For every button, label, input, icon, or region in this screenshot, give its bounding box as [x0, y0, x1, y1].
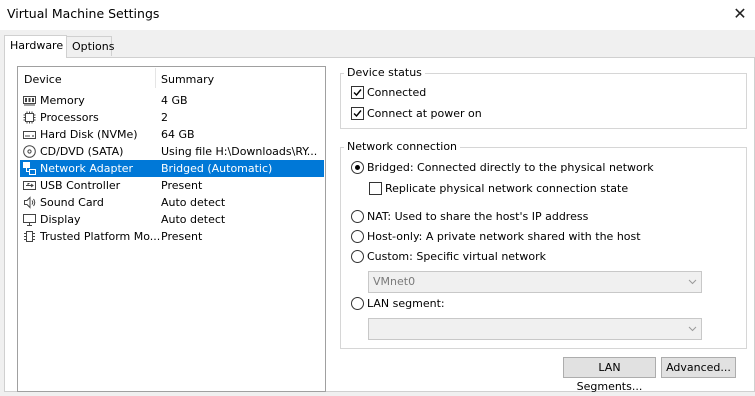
device-name: Memory	[40, 94, 85, 107]
device-status-group	[340, 73, 747, 129]
custom-radio[interactable]	[351, 250, 364, 263]
device-row-sound-card[interactable]: Sound Card Auto detect	[20, 194, 324, 211]
device-summary: 4 GB	[161, 94, 188, 107]
connect-at-power-on-checkbox[interactable]	[351, 107, 364, 120]
custom-network-select[interactable]: VMnet0	[368, 271, 702, 293]
connect-at-power-on-label[interactable]: Connect at power on	[367, 107, 482, 120]
bridged-radio[interactable]	[351, 161, 364, 174]
device-summary: Auto detect	[161, 196, 226, 209]
processor-icon	[23, 111, 36, 124]
tab-options-label: Options	[72, 40, 115, 53]
close-icon: ✕	[733, 4, 747, 23]
nat-label[interactable]: NAT: Used to share the host's IP address	[367, 210, 588, 223]
monitor-icon	[23, 214, 36, 226]
host-only-label[interactable]: Host-only: A private network shared with…	[367, 230, 641, 243]
device-row-memory[interactable]: Memory 4 GB	[20, 92, 324, 109]
device-row-network-adapter[interactable]: Network Adapter Bridged (Automatic)	[20, 160, 324, 177]
cd-dvd-icon	[23, 145, 36, 158]
device-name: Sound Card	[40, 196, 104, 209]
device-name: Hard Disk (NVMe)	[40, 128, 138, 141]
lan-segment-radio[interactable]	[351, 297, 364, 310]
device-row-usb-controller[interactable]: USB Controller Present	[20, 177, 324, 194]
connected-checkbox[interactable]	[351, 86, 364, 99]
hard-disk-icon	[23, 131, 36, 139]
network-adapter-icon	[23, 162, 36, 175]
tpm-icon	[24, 231, 35, 242]
device-row-hard-disk[interactable]: Hard Disk (NVMe) 64 GB	[20, 126, 324, 143]
device-summary: Present	[161, 230, 203, 243]
device-name: Network Adapter	[40, 162, 134, 175]
custom-label[interactable]: Custom: Specific virtual network	[367, 250, 546, 263]
device-name: Processors	[40, 111, 99, 124]
summary-column-header[interactable]: Summary	[161, 73, 214, 86]
nat-radio[interactable]	[351, 210, 364, 223]
connected-label[interactable]: Connected	[367, 86, 426, 99]
device-summary: Present	[161, 179, 203, 192]
replicate-state-label[interactable]: Replicate physical network connection st…	[385, 182, 628, 195]
tab-hardware-label: Hardware	[10, 39, 64, 52]
speaker-icon	[24, 196, 36, 209]
device-summary: 2	[161, 111, 168, 124]
replicate-state-checkbox[interactable]	[369, 182, 382, 195]
network-connection-title: Network connection	[344, 140, 461, 153]
device-summary: Bridged (Automatic)	[161, 162, 273, 175]
device-name: CD/DVD (SATA)	[40, 145, 124, 158]
device-status-title: Device status	[344, 66, 425, 79]
lan-segment-label[interactable]: LAN segment:	[367, 297, 445, 310]
chevron-down-icon	[688, 326, 697, 332]
device-name: Trusted Platform Mo...	[40, 230, 161, 243]
device-row-display[interactable]: Display Auto detect	[20, 211, 324, 228]
device-summary: Auto detect	[161, 213, 226, 226]
device-summary: 64 GB	[161, 128, 195, 141]
tab-options[interactable]: Options	[66, 36, 115, 56]
device-row-trusted-platform-module[interactable]: Trusted Platform Mo... Present	[20, 228, 324, 245]
device-row-processors[interactable]: Processors 2	[20, 109, 324, 126]
column-divider[interactable]	[155, 68, 156, 88]
device-column-header[interactable]: Device	[24, 73, 62, 86]
tab-hardware[interactable]: Hardware	[4, 35, 67, 58]
lan-segment-select[interactable]	[368, 318, 702, 340]
usb-icon	[23, 181, 36, 190]
window-title: Virtual Machine Settings	[7, 6, 160, 21]
custom-network-value: VMnet0	[373, 275, 416, 288]
host-only-radio[interactable]	[351, 230, 364, 243]
memory-icon	[23, 96, 36, 106]
device-summary: Using file H:\Downloads\RY...	[161, 145, 318, 158]
device-row-cd-dvd[interactable]: CD/DVD (SATA) Using file H:\Downloads\RY…	[20, 143, 324, 160]
checkmark-icon	[353, 110, 362, 118]
close-button[interactable]: ✕	[729, 3, 751, 25]
device-name: USB Controller	[40, 179, 121, 192]
chevron-down-icon	[688, 279, 697, 285]
advanced-button[interactable]: Advanced...	[661, 357, 736, 378]
lan-segments-button[interactable]: LAN Segments...	[563, 357, 656, 393]
bridged-label[interactable]: Bridged: Connected directly to the physi…	[367, 161, 654, 174]
device-name: Display	[40, 213, 81, 226]
checkmark-icon	[353, 89, 362, 97]
